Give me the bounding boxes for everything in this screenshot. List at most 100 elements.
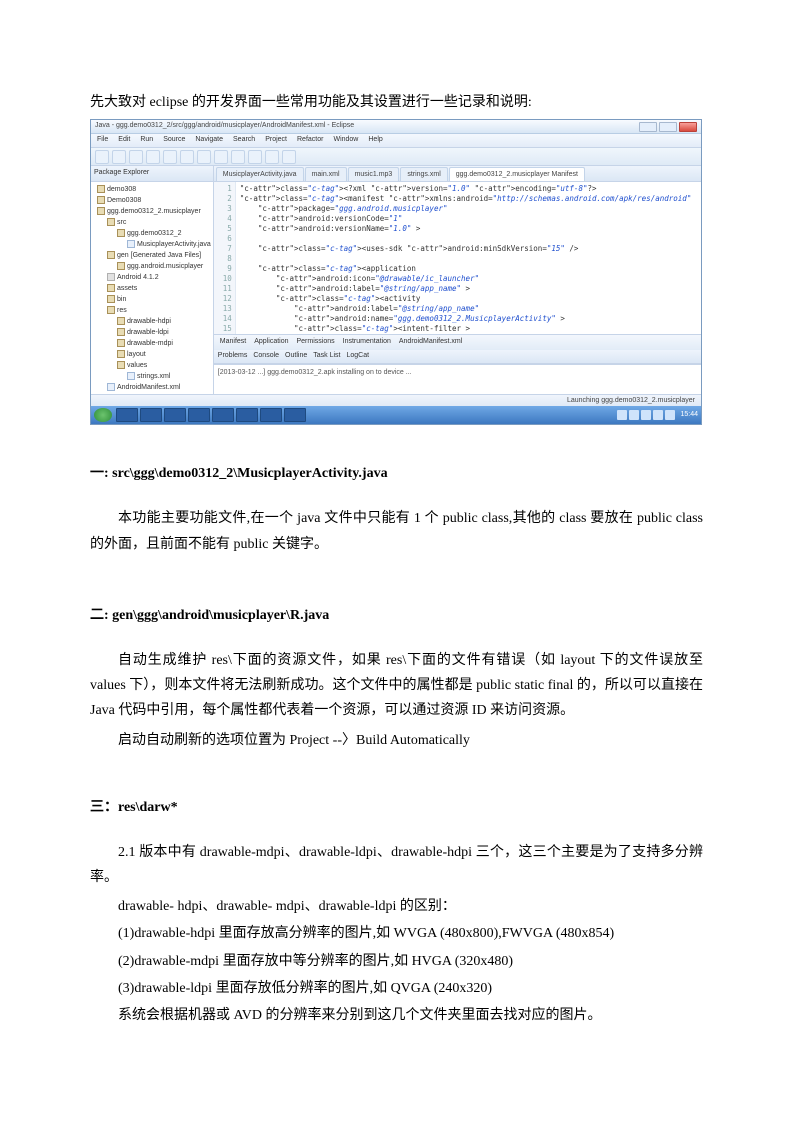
view-tab-console[interactable]: Console [253,350,279,363]
editor-tab-active[interactable]: ggg.demo0312_2.musicplayer Manifest [449,167,585,181]
pkg-icon [107,251,115,259]
toolbar-button[interactable] [129,150,143,164]
menu-search[interactable]: Search [233,134,255,147]
tree-item[interactable]: gen [Generated Java Files] [93,250,211,261]
file-icon [127,372,135,380]
section-3-line-5: 系统会根据机器或 AVD 的分辨率来分别到这几个文件夹里面去找对应的图片。 [90,1003,703,1028]
tray-icon[interactable] [665,410,675,420]
taskbar-item[interactable] [116,408,138,422]
tree-item[interactable]: strings.xml [93,371,211,382]
maximize-button[interactable] [659,122,677,132]
close-button[interactable] [679,122,697,132]
toolbar-button[interactable] [197,150,211,164]
toolbar-button[interactable] [248,150,262,164]
taskbar-item[interactable] [260,408,282,422]
package-explorer-title: Package Explorer [91,166,213,182]
line-gutter: 123456789101112131415161718192021 [214,182,236,334]
toolbar-button[interactable] [265,150,279,164]
tree-item[interactable]: AndroidManifest.xml [93,382,211,393]
tree-item[interactable]: src [93,217,211,228]
tree-item[interactable]: Demo0308 [93,195,211,206]
view-tab-logcat[interactable]: LogCat [346,350,369,363]
console-output: [2013-03-12 ...] ggg.demo0312_2.apk inst… [214,364,702,394]
manifest-tab[interactable]: Manifest [220,336,246,349]
bottom-view-tabs: Problems Console Outline Task List LogCa… [214,350,702,364]
tree-item[interactable]: drawable-ldpi [93,327,211,338]
section-3-para-1: 2.1 版本中有 drawable-mdpi、drawable-ldpi、dra… [90,840,703,890]
window-title: Java - ggg.demo0312_2/src/ggg/android/mu… [95,120,354,133]
menu-edit[interactable]: Edit [118,134,130,147]
manifest-tab[interactable]: Permissions [297,336,335,349]
pkg-icon [97,185,105,193]
pkg-icon [117,328,125,336]
minimize-button[interactable] [639,122,657,132]
tray-icon[interactable] [641,410,651,420]
taskbar-item[interactable] [140,408,162,422]
tray-icon[interactable] [629,410,639,420]
editor-tab[interactable]: music1.mp3 [348,167,400,181]
start-button[interactable] [94,408,112,422]
menu-refactor[interactable]: Refactor [297,134,323,147]
project-tree[interactable]: demo308Demo0308ggg.demo0312_2.musicplaye… [91,182,213,394]
menu-source[interactable]: Source [163,134,185,147]
menu-navigate[interactable]: Navigate [195,134,223,147]
tree-item[interactable]: values [93,360,211,371]
editor-tab[interactable]: main.xml [305,167,347,181]
file-icon [127,240,135,248]
tree-item[interactable]: drawable-hdpi [93,316,211,327]
toolbar-button[interactable] [95,150,109,164]
menu-project[interactable]: Project [265,134,287,147]
toolbar [91,148,701,166]
section-2-heading: 二: gen\ggg\android\musicplayer\R.java [90,603,703,628]
view-tab-outline[interactable]: Outline [285,350,307,363]
menu-file[interactable]: File [97,134,108,147]
tree-item[interactable]: MusicplayerActivity.java [93,239,211,250]
section-3-line-1: drawable- hdpi、drawable- mdpi、drawable-l… [90,894,703,919]
manifest-tab[interactable]: AndroidManifest.xml [399,336,462,349]
taskbar-item[interactable] [284,408,306,422]
code-editor[interactable]: 123456789101112131415161718192021 "c-att… [214,182,702,334]
tree-item[interactable]: bin [93,294,211,305]
tree-item[interactable]: drawable-mdpi [93,338,211,349]
editor-tab[interactable]: MusicplayerActivity.java [216,167,304,181]
window-titlebar: Java - ggg.demo0312_2/src/ggg/android/mu… [91,120,701,134]
toolbar-button[interactable] [146,150,160,164]
tree-item[interactable]: ggg.demo0312_2 [93,228,211,239]
view-tab-tasklist[interactable]: Task List [313,350,340,363]
tree-item[interactable]: demo308 [93,184,211,195]
tree-item[interactable]: assets [93,283,211,294]
toolbar-button[interactable] [214,150,228,164]
manifest-tab[interactable]: Instrumentation [343,336,391,349]
tree-item[interactable]: Android 4.1.2 [93,272,211,283]
editor-tab[interactable]: strings.xml [400,167,447,181]
tree-item[interactable]: ggg.android.musicplayer [93,261,211,272]
manifest-tab[interactable]: Application [254,336,288,349]
tray-icon[interactable] [653,410,663,420]
tree-item[interactable]: ggg.demo0312_2.musicplayer [93,206,211,217]
tree-item[interactable]: res [93,305,211,316]
taskbar-item[interactable] [212,408,234,422]
taskbar-item[interactable] [188,408,210,422]
toolbar-button[interactable] [231,150,245,164]
package-explorer-panel: Package Explorer demo308Demo0308ggg.demo… [91,166,214,394]
view-tab-problems[interactable]: Problems [218,350,248,363]
editor-tabs: MusicplayerActivity.java main.xml music1… [214,166,702,182]
tree-item[interactable]: layout [93,349,211,360]
menu-window[interactable]: Window [333,134,358,147]
toolbar-button[interactable] [163,150,177,164]
section-2-para-2: 启动自动刷新的选项位置为 Project --〉Build Automatica… [90,728,703,753]
tray-icon[interactable] [617,410,627,420]
taskbar-item[interactable] [236,408,258,422]
toolbar-button[interactable] [112,150,126,164]
pkg-icon [117,229,125,237]
tree-item[interactable]: proguard.cfg [93,393,211,394]
menu-help[interactable]: Help [368,134,382,147]
taskbar-item[interactable] [164,408,186,422]
file-icon [107,383,115,391]
section-3-line-4: (3)drawable-ldpi 里面存放低分辨率的图片,如 QVGA (240… [90,976,703,1001]
toolbar-button[interactable] [282,150,296,164]
jar-icon [107,273,115,281]
intro-text: 先大致对 eclipse 的开发界面一些常用功能及其设置进行一些记录和说明: [90,90,703,115]
menu-run[interactable]: Run [140,134,153,147]
toolbar-button[interactable] [180,150,194,164]
